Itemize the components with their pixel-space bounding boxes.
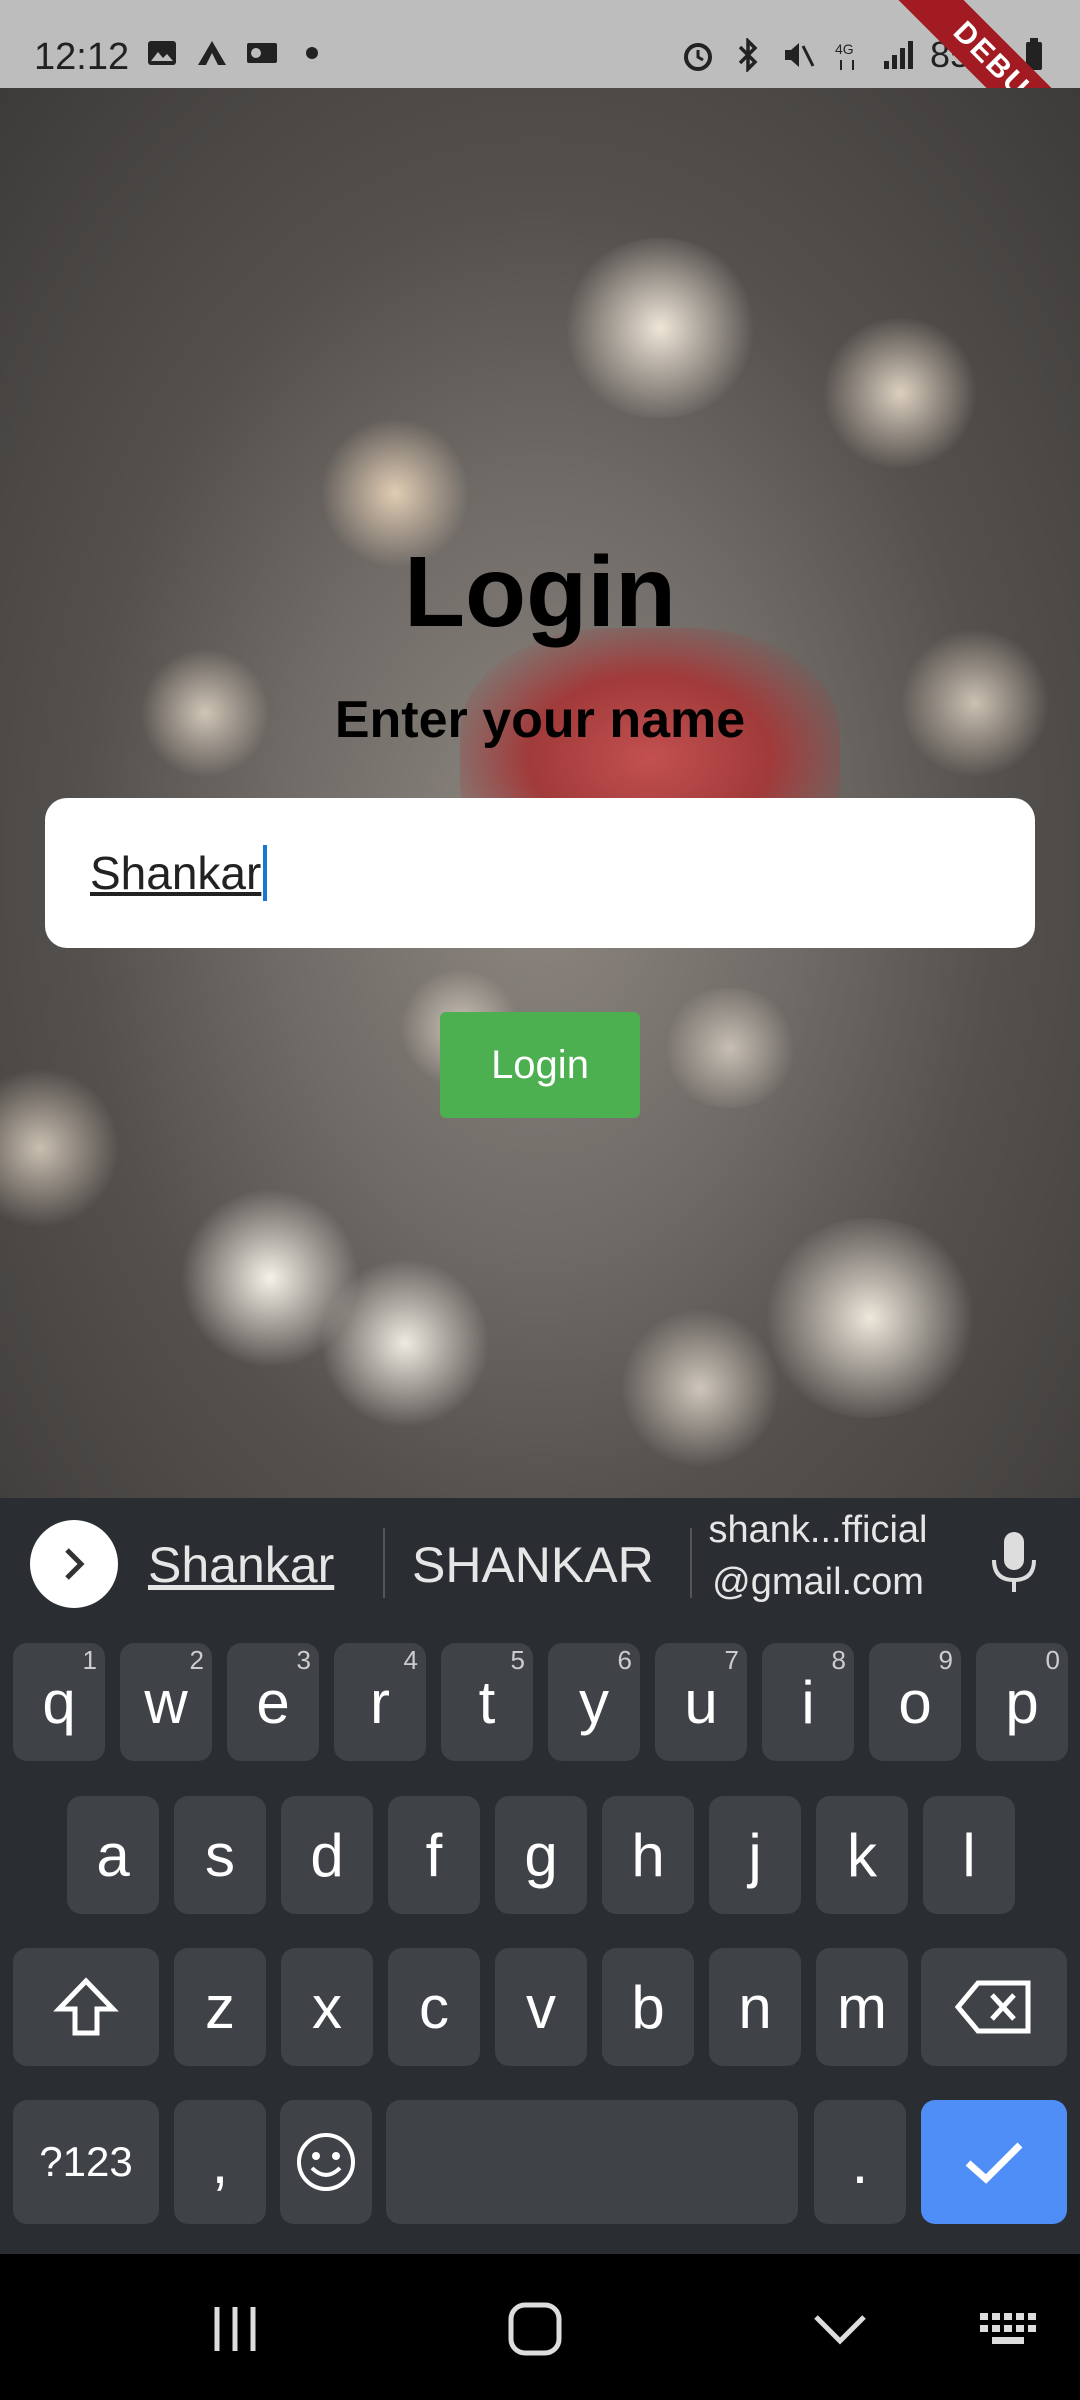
key-r[interactable]: r4	[334, 1643, 426, 1761]
key-p[interactable]: p0	[976, 1643, 1068, 1761]
login-button[interactable]: Login	[440, 1012, 640, 1118]
suggestion-1[interactable]: Shankar	[148, 1536, 334, 1594]
keyboard: Shankar SHANKAR shank...fficial @gmail.co…	[0, 1498, 1080, 2254]
period-key[interactable]: .	[814, 2100, 906, 2224]
key-v[interactable]: v	[495, 1948, 587, 2066]
key-hint: 3	[296, 1645, 311, 1675]
key-l[interactable]: l	[923, 1796, 1015, 1914]
comma-key[interactable]: ,	[174, 2100, 266, 2224]
key-c[interactable]: c	[388, 1948, 480, 2066]
name-prompt: Enter your name	[334, 691, 746, 749]
key-hint: 5	[510, 1645, 525, 1675]
home-icon[interactable]	[500, 2294, 570, 2364]
key-t[interactable]: t5	[441, 1643, 533, 1761]
key-hint: 6	[617, 1645, 632, 1675]
key-hint: 7	[724, 1645, 739, 1675]
symbols-key[interactable]: ?123	[13, 2100, 159, 2224]
backspace-icon	[954, 1980, 1031, 2034]
key-q[interactable]: q1	[13, 1643, 105, 1761]
mute-icon	[780, 40, 816, 70]
key-hint: 9	[938, 1645, 953, 1675]
name-input-value: Shankar	[90, 847, 262, 899]
key-m[interactable]: m	[816, 1948, 908, 2066]
svg-text:4G: 4G	[835, 41, 854, 57]
emoji-icon	[297, 2133, 355, 2191]
key-h[interactable]: h	[602, 1796, 694, 1914]
text-cursor	[263, 845, 268, 901]
suggestion-2[interactable]: SHANKAR	[412, 1536, 654, 1594]
backspace-key[interactable]	[921, 1948, 1067, 2066]
key-k[interactable]: k	[816, 1796, 908, 1914]
key-b[interactable]: b	[602, 1948, 694, 2066]
gallery-icon	[145, 38, 179, 68]
background-photo	[0, 88, 1080, 1498]
enter-key[interactable]	[921, 2100, 1067, 2224]
suggestion-bar: Shankar SHANKAR shank...fficial @gmail.co…	[0, 1498, 1080, 1628]
key-e[interactable]: e3	[227, 1643, 319, 1761]
key-s[interactable]: s	[174, 1796, 266, 1914]
app-a-icon	[195, 38, 229, 68]
notification-dot-icon	[295, 38, 329, 68]
key-hint: 8	[831, 1645, 846, 1675]
microphone-icon[interactable]	[984, 1528, 1044, 1598]
key-x[interactable]: x	[281, 1948, 373, 2066]
key-o[interactable]: o9	[869, 1643, 961, 1761]
status-bar: 12:12 4G 85%	[0, 0, 1080, 192]
status-time: 12:12	[34, 36, 130, 78]
key-y[interactable]: y6	[548, 1643, 640, 1761]
suggestion-3[interactable]: shank...fficial @gmail.com	[688, 1504, 948, 1608]
bluetooth-icon	[730, 38, 766, 72]
space-key[interactable]	[386, 2100, 798, 2224]
name-input[interactable]: Shankar	[45, 798, 1035, 948]
key-u[interactable]: u7	[655, 1643, 747, 1761]
key-g[interactable]: g	[495, 1796, 587, 1914]
key-a[interactable]: a	[67, 1796, 159, 1914]
emoji-key[interactable]	[280, 2100, 372, 2224]
key-hint: 1	[82, 1645, 97, 1675]
recent-apps-icon[interactable]	[200, 2294, 270, 2364]
keyboard-switch-icon[interactable]	[975, 2294, 1045, 2364]
key-hint: 4	[403, 1645, 418, 1675]
outlook-icon	[245, 38, 279, 68]
shift-key[interactable]	[13, 1948, 159, 2066]
key-hint: 0	[1045, 1645, 1060, 1675]
signal-icon	[880, 40, 916, 70]
key-n[interactable]: n	[709, 1948, 801, 2066]
key-i[interactable]: i8	[762, 1643, 854, 1761]
alarm-icon	[680, 40, 716, 71]
4g-icon: 4G	[830, 40, 866, 70]
key-f[interactable]: f	[388, 1796, 480, 1914]
key-hint: 2	[189, 1645, 204, 1675]
key-z[interactable]: z	[174, 1948, 266, 2066]
key-d[interactable]: d	[281, 1796, 373, 1914]
shift-icon	[53, 1977, 119, 2036]
checkmark-icon	[965, 2142, 1023, 2184]
expand-toolbar-icon[interactable]	[30, 1520, 118, 1608]
key-j[interactable]: j	[709, 1796, 801, 1914]
navigation-bar	[0, 2254, 1080, 2400]
hide-keyboard-icon[interactable]	[805, 2294, 875, 2364]
page-title: Login	[403, 536, 677, 648]
key-w[interactable]: w2	[120, 1643, 212, 1761]
